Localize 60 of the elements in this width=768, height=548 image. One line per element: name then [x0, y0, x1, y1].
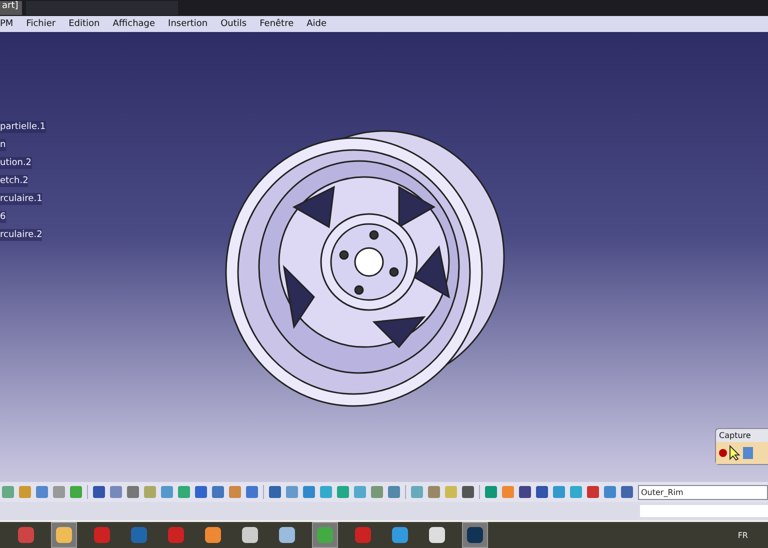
toolbar-icon[interactable] [212, 486, 224, 498]
toolbar-icon[interactable] [53, 486, 65, 498]
toolbar-icon[interactable] [36, 486, 48, 498]
tree-item[interactable]: ution.2 [0, 157, 32, 169]
toolbar-icon[interactable] [553, 486, 565, 498]
toolbar-icon[interactable] [127, 486, 139, 498]
toolbar-icon[interactable] [388, 486, 400, 498]
toolbar-icon[interactable] [2, 486, 14, 498]
toolbar-icon[interactable] [269, 486, 281, 498]
toolbar-icon[interactable] [144, 486, 156, 498]
tree-item[interactable]: n [0, 139, 6, 151]
menu-item[interactable]: Edition [68, 19, 100, 29]
toolbar-icon[interactable] [110, 486, 122, 498]
toolbar-icon[interactable] [428, 486, 440, 498]
toolbar-icon[interactable] [371, 486, 383, 498]
layer-dropdown[interactable]: Outer_Rim [638, 484, 768, 500]
menu-item[interactable]: Aide [306, 19, 327, 29]
toolbar-icon[interactable] [195, 486, 207, 498]
toolbar-icon[interactable] [411, 486, 423, 498]
panel-title: Capture [718, 430, 752, 442]
toolbar-icon[interactable] [70, 486, 82, 498]
browser-tab[interactable] [26, 1, 178, 15]
toolbar-icon[interactable] [570, 486, 582, 498]
toolbar-icon[interactable] [587, 486, 599, 498]
toolbar-icon[interactable] [536, 486, 548, 498]
toolbar-icon[interactable] [485, 486, 497, 498]
toolbar-icon[interactable] [161, 486, 173, 498]
toolbar-icon[interactable] [246, 486, 258, 498]
language-indicator[interactable]: FR [738, 530, 748, 540]
toolbar-icon[interactable] [519, 486, 531, 498]
taskbar-app-icon[interactable] [462, 522, 488, 548]
tree-item[interactable]: rculaire.2 [0, 229, 42, 241]
toolbar-icon[interactable] [303, 486, 315, 498]
toolbar-icon[interactable] [462, 486, 474, 498]
toolbar-icon[interactable] [19, 486, 31, 498]
menu-item[interactable]: PM [0, 19, 14, 29]
toolbar-icon[interactable] [229, 486, 241, 498]
toolbar-icon[interactable] [621, 486, 633, 498]
menu-item[interactable]: Outils [220, 19, 247, 29]
toolbar-icon[interactable] [178, 486, 190, 498]
menu-item[interactable]: Fenêtre [260, 19, 294, 29]
toolbar-icon[interactable] [604, 486, 616, 498]
pointer-icon[interactable] [729, 445, 741, 461]
toolbar-icon[interactable] [320, 486, 332, 498]
menu-item[interactable]: Fichier [26, 19, 56, 29]
menu-item[interactable]: Affichage [112, 19, 156, 29]
browser-tab[interactable]: art] [0, 1, 22, 15]
tree-item[interactable]: partielle.1 [0, 121, 46, 133]
toolbar-icon[interactable] [354, 486, 366, 498]
menu-item[interactable]: Insertion [168, 19, 208, 29]
tree-item[interactable]: 6 [0, 211, 6, 223]
toolbar-icon[interactable] [286, 486, 298, 498]
toolbar-icon[interactable] [93, 486, 105, 498]
tree-item[interactable]: etch.2 [0, 175, 28, 187]
record-icon[interactable] [719, 449, 727, 457]
toolbar-icon[interactable] [445, 486, 457, 498]
toolbar-icon[interactable] [337, 486, 349, 498]
toolbar-icon[interactable] [502, 486, 514, 498]
tree-item[interactable]: rculaire.1 [0, 193, 42, 205]
command-field[interactable] [640, 505, 768, 517]
